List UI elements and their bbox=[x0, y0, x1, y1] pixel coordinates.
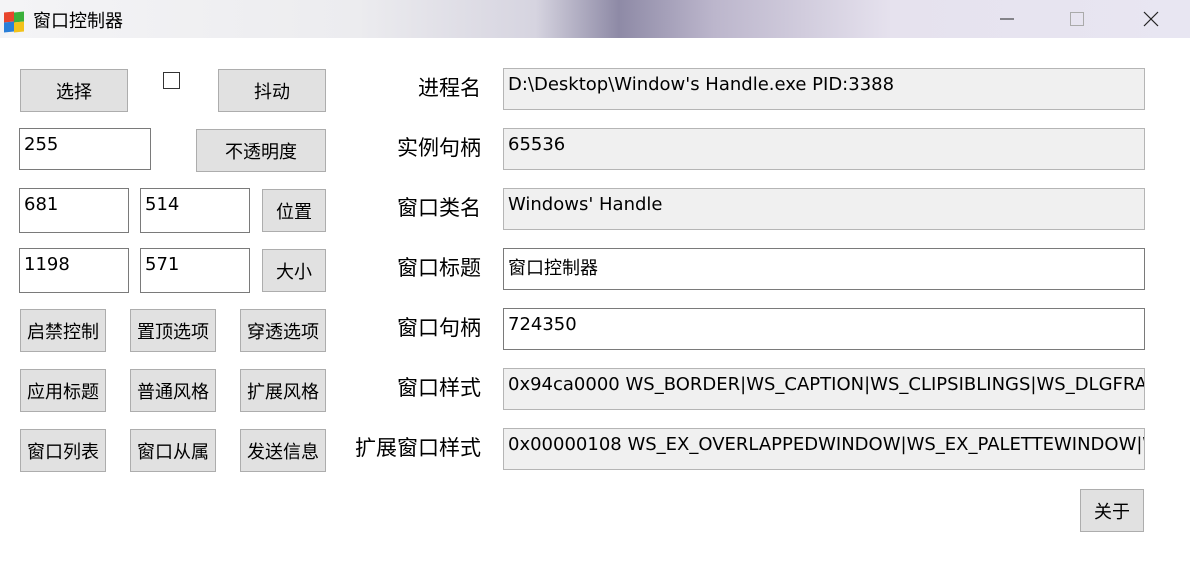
process-name-label: 进程名 bbox=[418, 76, 481, 100]
size-height-input[interactable]: 571 bbox=[140, 248, 250, 293]
window-handle-field[interactable]: 724350 bbox=[503, 308, 1145, 350]
window-title-field[interactable]: 窗口控制器 bbox=[503, 248, 1145, 290]
window-exstyle-label: 扩展窗口样式 bbox=[355, 436, 481, 460]
instance-handle-label: 实例句柄 bbox=[397, 136, 481, 160]
close-icon bbox=[1143, 11, 1159, 27]
title-bar[interactable]: 窗口控制器 bbox=[0, 0, 1190, 38]
window-style-label: 窗口样式 bbox=[397, 376, 481, 400]
select-button[interactable]: 选择 bbox=[20, 69, 128, 112]
window-list-button[interactable]: 窗口列表 bbox=[20, 429, 106, 472]
window-style-field[interactable]: 0x94ca0000 WS_BORDER|WS_CAPTION|WS_CLIPS… bbox=[503, 368, 1145, 410]
maximize-button[interactable] bbox=[1054, 0, 1100, 38]
position-x-input[interactable]: 681 bbox=[19, 188, 129, 233]
position-y-input[interactable]: 514 bbox=[140, 188, 250, 233]
app-icon bbox=[2, 10, 24, 33]
about-button[interactable]: 关于 bbox=[1080, 489, 1144, 532]
apply-title-button[interactable]: 应用标题 bbox=[20, 369, 106, 412]
window-title: 窗口控制器 bbox=[33, 11, 123, 32]
window-owner-button[interactable]: 窗口从属 bbox=[130, 429, 216, 472]
window-class-field[interactable]: Windows' Handle bbox=[503, 188, 1145, 230]
process-name-field[interactable]: D:\Desktop\Window's Handle.exe PID:3388 bbox=[503, 68, 1145, 110]
enable-control-button[interactable]: 启禁控制 bbox=[20, 309, 106, 352]
instance-handle-field[interactable]: 65536 bbox=[503, 128, 1145, 170]
window-exstyle-field[interactable]: 0x00000108 WS_EX_OVERLAPPEDWINDOW|WS_EX_… bbox=[503, 428, 1145, 470]
window-handle-label: 窗口句柄 bbox=[397, 316, 481, 340]
window-title-label: 窗口标题 bbox=[397, 256, 481, 280]
close-button[interactable] bbox=[1128, 0, 1174, 38]
minimize-button[interactable] bbox=[984, 0, 1030, 38]
minimize-icon bbox=[1000, 18, 1014, 20]
normal-style-button[interactable]: 普通风格 bbox=[130, 369, 216, 412]
maximize-icon bbox=[1070, 12, 1084, 26]
window-class-label: 窗口类名 bbox=[397, 196, 481, 220]
topmost-checkbox[interactable] bbox=[163, 72, 180, 89]
opacity-input[interactable]: 255 bbox=[19, 128, 151, 170]
topmost-option-button[interactable]: 置顶选项 bbox=[130, 309, 216, 352]
size-width-input[interactable]: 1198 bbox=[19, 248, 129, 293]
